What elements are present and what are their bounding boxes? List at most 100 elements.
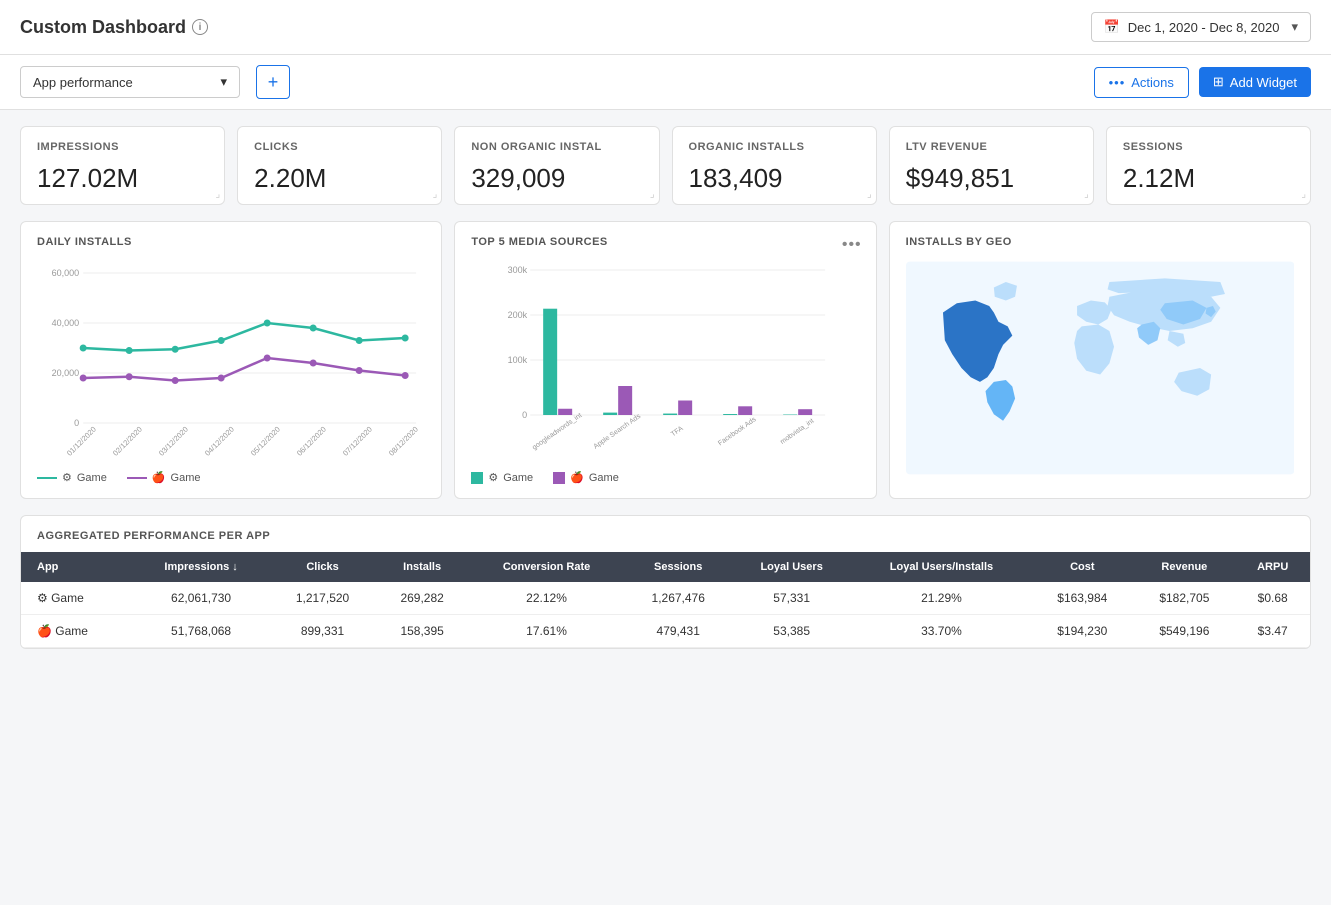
daily-installs-chart: 60,000 40,000 20,000 0 xyxy=(37,258,425,461)
installs-cell: 269,282 xyxy=(376,582,468,615)
cost-cell: $163,984 xyxy=(1031,582,1133,615)
table-header-row: AppImpressions ↓ClicksInstallsConversion… xyxy=(21,552,1310,582)
top5-media-title: TOP 5 MEDIA SOURCES xyxy=(471,236,859,248)
svg-text:0: 0 xyxy=(522,410,527,420)
kpi-label: IMPRESSIONS xyxy=(37,141,208,153)
kpi-value: $949,851 xyxy=(906,163,1077,194)
add-widget-button[interactable]: ⊞ Add Widget xyxy=(1199,67,1311,97)
svg-text:100k: 100k xyxy=(508,355,528,365)
info-icon[interactable]: i xyxy=(192,19,208,35)
resize-handle[interactable]: ⌟ xyxy=(1084,189,1089,200)
add-tab-button[interactable]: + xyxy=(256,65,290,99)
table-row: ⚙ Game 62,061,730 1,217,520 269,282 22.1… xyxy=(21,582,1310,615)
kpi-label: CLICKS xyxy=(254,141,425,153)
resize-handle[interactable]: ⌟ xyxy=(215,189,220,200)
table-header: AppImpressions ↓ClicksInstallsConversion… xyxy=(21,552,1310,582)
kpi-value: 2.12M xyxy=(1123,163,1294,194)
svg-text:07/12/2020: 07/12/2020 xyxy=(341,425,374,458)
app-cell: ⚙ Game xyxy=(21,582,133,615)
resize-handle[interactable]: ⌟ xyxy=(650,189,655,200)
sessions-cell: 1,267,476 xyxy=(625,582,732,615)
kpi-card: CLICKS 2.20M ⌟ xyxy=(237,126,442,205)
svg-text:04/12/2020: 04/12/2020 xyxy=(203,425,236,458)
kpi-value: 183,409 xyxy=(689,163,860,194)
svg-text:0: 0 xyxy=(74,418,79,428)
arpu-cell: $3.47 xyxy=(1235,615,1310,648)
chevron-down-icon: ▾ xyxy=(1291,19,1298,35)
loyal-users-cell: 53,385 xyxy=(732,615,852,648)
table-header-cell: Impressions ↓ xyxy=(133,552,269,582)
dropdown-value: App performance xyxy=(33,75,133,90)
date-range-picker[interactable]: 📅 Dec 1, 2020 - Dec 8, 2020 ▾ xyxy=(1091,12,1311,42)
svg-text:60,000: 60,000 xyxy=(52,268,80,278)
dashboard-title: Custom Dashboard xyxy=(20,17,186,38)
top5-legend-android: ⚙ Game xyxy=(471,471,533,484)
svg-text:Facebook Ads: Facebook Ads xyxy=(717,416,758,447)
installs-by-geo-card: INSTALLS BY GEO xyxy=(889,221,1311,499)
kpi-card: ORGANIC INSTALLS 183,409 ⌟ xyxy=(672,126,877,205)
resize-handle[interactable]: ⌟ xyxy=(867,189,872,200)
resize-handle[interactable]: ⌟ xyxy=(433,189,438,200)
svg-text:40,000: 40,000 xyxy=(52,318,80,328)
table-header-cell: Loyal Users xyxy=(732,552,852,582)
sub-header: App performance ▾ + ••• Actions ⊞ Add Wi… xyxy=(0,55,1331,110)
top5-media-card: TOP 5 MEDIA SOURCES ••• 300k 200k 100k 0 xyxy=(454,221,876,499)
daily-installs-legend: ⚙ Game 🍎 Game xyxy=(37,471,425,484)
table-header-cell: Installs xyxy=(376,552,468,582)
svg-text:300k: 300k xyxy=(508,265,528,275)
kpi-value: 2.20M xyxy=(254,163,425,194)
sessions-cell: 479,431 xyxy=(625,615,732,648)
clicks-cell: 1,217,520 xyxy=(269,582,376,615)
chart-row: DAILY INSTALLS 60,000 40,000 20,000 0 xyxy=(20,221,1311,499)
loyal-installs-cell: 33.70% xyxy=(852,615,1032,648)
table-header-cell: App xyxy=(21,552,133,582)
resize-handle[interactable]: ⌟ xyxy=(1301,189,1306,200)
table-header-cell: Sessions xyxy=(625,552,732,582)
actions-label: Actions xyxy=(1131,75,1174,90)
actions-dots-icon: ••• xyxy=(1109,75,1126,90)
loyal-installs-cell: 21.29% xyxy=(852,582,1032,615)
top5-menu-icon[interactable]: ••• xyxy=(842,236,862,254)
table-header-cell: Cost xyxy=(1031,552,1133,582)
table-header-cell: Loyal Users/Installs xyxy=(852,552,1032,582)
app-performance-dropdown[interactable]: App performance ▾ xyxy=(20,66,240,98)
installs-cell: 158,395 xyxy=(376,615,468,648)
kpi-label: NON ORGANIC INSTAL xyxy=(471,141,642,153)
world-map xyxy=(906,258,1294,478)
impressions-cell: 62,061,730 xyxy=(133,582,269,615)
arpu-cell: $0.68 xyxy=(1235,582,1310,615)
kpi-card: LTV REVENUE $949,851 ⌟ xyxy=(889,126,1094,205)
performance-table: AppImpressions ↓ClicksInstallsConversion… xyxy=(21,552,1310,648)
svg-text:TFA: TFA xyxy=(670,425,685,438)
daily-installs-title: DAILY INSTALLS xyxy=(37,236,425,248)
top5-legend: ⚙ Game 🍎 Game xyxy=(471,471,859,484)
actions-button[interactable]: ••• Actions xyxy=(1094,67,1189,98)
clicks-cell: 899,331 xyxy=(269,615,376,648)
add-widget-icon: ⊞ xyxy=(1213,74,1224,90)
table-header-cell: Revenue xyxy=(1133,552,1235,582)
table-header-cell: Clicks xyxy=(269,552,376,582)
revenue-cell: $182,705 xyxy=(1133,582,1235,615)
svg-text:06/12/2020: 06/12/2020 xyxy=(295,425,328,458)
sub-header-actions: ••• Actions ⊞ Add Widget xyxy=(1094,67,1311,98)
kpi-value: 127.02M xyxy=(37,163,208,194)
kpi-row: IMPRESSIONS 127.02M ⌟ CLICKS 2.20M ⌟ NON… xyxy=(20,126,1311,205)
daily-installs-card: DAILY INSTALLS 60,000 40,000 20,000 0 xyxy=(20,221,442,499)
conv-rate-cell: 17.61% xyxy=(468,615,624,648)
legend-item-android: ⚙ Game xyxy=(37,471,107,484)
svg-text:08/12/2020: 08/12/2020 xyxy=(387,425,420,458)
aggregated-performance-table-section: AGGREGATED PERFORMANCE PER APP AppImpres… xyxy=(20,515,1311,649)
kpi-label: ORGANIC INSTALLS xyxy=(689,141,860,153)
kpi-label: SESSIONS xyxy=(1123,141,1294,153)
kpi-card: SESSIONS 2.12M ⌟ xyxy=(1106,126,1311,205)
installs-by-geo-title: INSTALLS BY GEO xyxy=(906,236,1294,248)
date-range-label: Dec 1, 2020 - Dec 8, 2020 xyxy=(1128,20,1280,35)
top-header: Custom Dashboard i 📅 Dec 1, 2020 - Dec 8… xyxy=(0,0,1331,55)
kpi-label: LTV REVENUE xyxy=(906,141,1077,153)
svg-text:googleadwords_int: googleadwords_int xyxy=(532,412,584,451)
loyal-users-cell: 57,331 xyxy=(732,582,852,615)
main-content: IMPRESSIONS 127.02M ⌟ CLICKS 2.20M ⌟ NON… xyxy=(0,110,1331,665)
svg-text:03/12/2020: 03/12/2020 xyxy=(157,425,190,458)
revenue-cell: $549,196 xyxy=(1133,615,1235,648)
svg-text:mobvista_int: mobvista_int xyxy=(780,418,816,446)
